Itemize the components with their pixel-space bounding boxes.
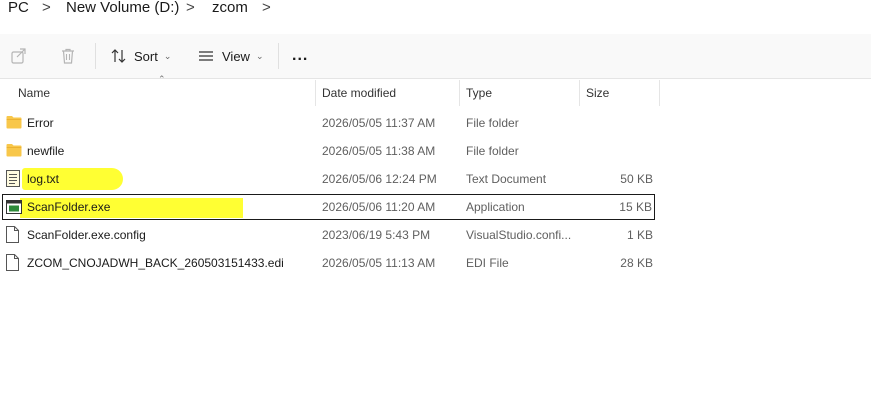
toolbar-divider <box>278 43 279 69</box>
column-header-name[interactable]: Name <box>18 80 50 106</box>
file-date: 2023/06/19 5:43 PM <box>322 228 431 242</box>
file-type: EDI File <box>466 256 509 270</box>
breadcrumb-separator[interactable]: > <box>42 0 51 16</box>
column-header-size[interactable]: Size <box>586 80 609 106</box>
more-options-button[interactable]: ... <box>292 42 308 70</box>
sort-label: Sort <box>134 48 158 64</box>
file-date: 2026/05/05 11:37 AM <box>322 116 436 130</box>
file-row-edi[interactable]: ZCOM_CNOJADWH_BACK_260503151433.edi 2026… <box>2 250 655 276</box>
breadcrumb-item-zcom[interactable]: zcom <box>212 0 248 16</box>
file-date: 2026/05/05 11:13 AM <box>322 256 436 270</box>
file-name: ScanFolder.exe.config <box>27 228 146 242</box>
folder-icon <box>6 144 22 157</box>
command-bar: Sort ⌄ View ⌄ ... <box>0 34 871 79</box>
chevron-down-icon: ⌄ <box>163 50 172 61</box>
file-date: 2026/05/06 11:20 AM <box>322 200 436 214</box>
column-divider[interactable] <box>579 80 580 106</box>
file-row-error[interactable]: Error 2026/05/05 11:37 AM File folder <box>2 110 655 136</box>
sort-icon <box>111 49 126 63</box>
file-name: log.txt <box>27 172 60 186</box>
file-type: File folder <box>466 116 519 130</box>
file-size: 1 KB <box>626 228 653 242</box>
file-date: 2026/05/05 11:38 AM <box>322 144 436 158</box>
column-divider[interactable] <box>315 80 316 106</box>
file-name: ScanFolder.exe <box>27 200 111 214</box>
file-name: Error <box>27 116 54 130</box>
file-type: VisualStudio.confi... <box>466 228 572 242</box>
chevron-down-icon: ⌄ <box>255 50 264 61</box>
exe-icon <box>6 200 22 214</box>
column-divider[interactable] <box>459 80 460 106</box>
file-date: 2026/05/06 12:24 PM <box>322 172 437 186</box>
column-header-date[interactable]: Date modified <box>322 80 396 106</box>
folder-icon <box>6 116 22 129</box>
file-size: 15 KB <box>619 200 652 214</box>
file-size: 50 KB <box>620 172 653 186</box>
file-icon <box>6 226 19 243</box>
text-file-icon <box>6 170 20 187</box>
view-list-icon <box>199 51 213 61</box>
column-header-row: ⌃ Name Date modified Type Size <box>0 74 660 106</box>
file-type: Application <box>466 200 525 214</box>
sort-ascending-icon: ⌃ <box>158 74 166 84</box>
trash-icon <box>62 48 74 64</box>
file-row-scanfolder-config[interactable]: ScanFolder.exe.config 2023/06/19 5:43 PM… <box>2 222 655 248</box>
view-label: View <box>222 48 250 64</box>
file-name: ZCOM_CNOJADWH_BACK_260503151433.edi <box>27 256 284 270</box>
column-header-type[interactable]: Type <box>466 80 492 106</box>
share-icon <box>11 48 26 64</box>
file-size: 28 KB <box>620 256 653 270</box>
breadcrumb-item-volume[interactable]: New Volume (D:) <box>66 0 179 16</box>
breadcrumb: PC > New Volume (D:) > zcom > <box>0 0 871 22</box>
file-row-log[interactable]: log.txt 2026/05/06 12:24 PM Text Documen… <box>2 166 655 192</box>
breadcrumb-separator[interactable]: > <box>262 0 271 16</box>
file-icon <box>6 254 19 271</box>
toolbar-divider <box>95 43 96 69</box>
delete-button[interactable] <box>59 42 77 70</box>
breadcrumb-separator[interactable]: > <box>186 0 195 16</box>
view-button[interactable]: View ⌄ <box>197 42 264 70</box>
column-divider[interactable] <box>659 80 660 106</box>
file-row-newfile[interactable]: newfile 2026/05/05 11:38 AM File folder <box>2 138 655 164</box>
file-row-scanfolder-exe[interactable]: ScanFolder.exe 2026/05/06 11:20 AM Appli… <box>2 194 655 220</box>
file-name: newfile <box>27 144 65 158</box>
breadcrumb-item-pc[interactable]: PC <box>8 0 29 16</box>
file-type: File folder <box>466 144 519 158</box>
file-type: Text Document <box>466 172 547 186</box>
share-button[interactable] <box>10 42 28 70</box>
sort-button[interactable]: Sort ⌄ <box>110 42 171 70</box>
